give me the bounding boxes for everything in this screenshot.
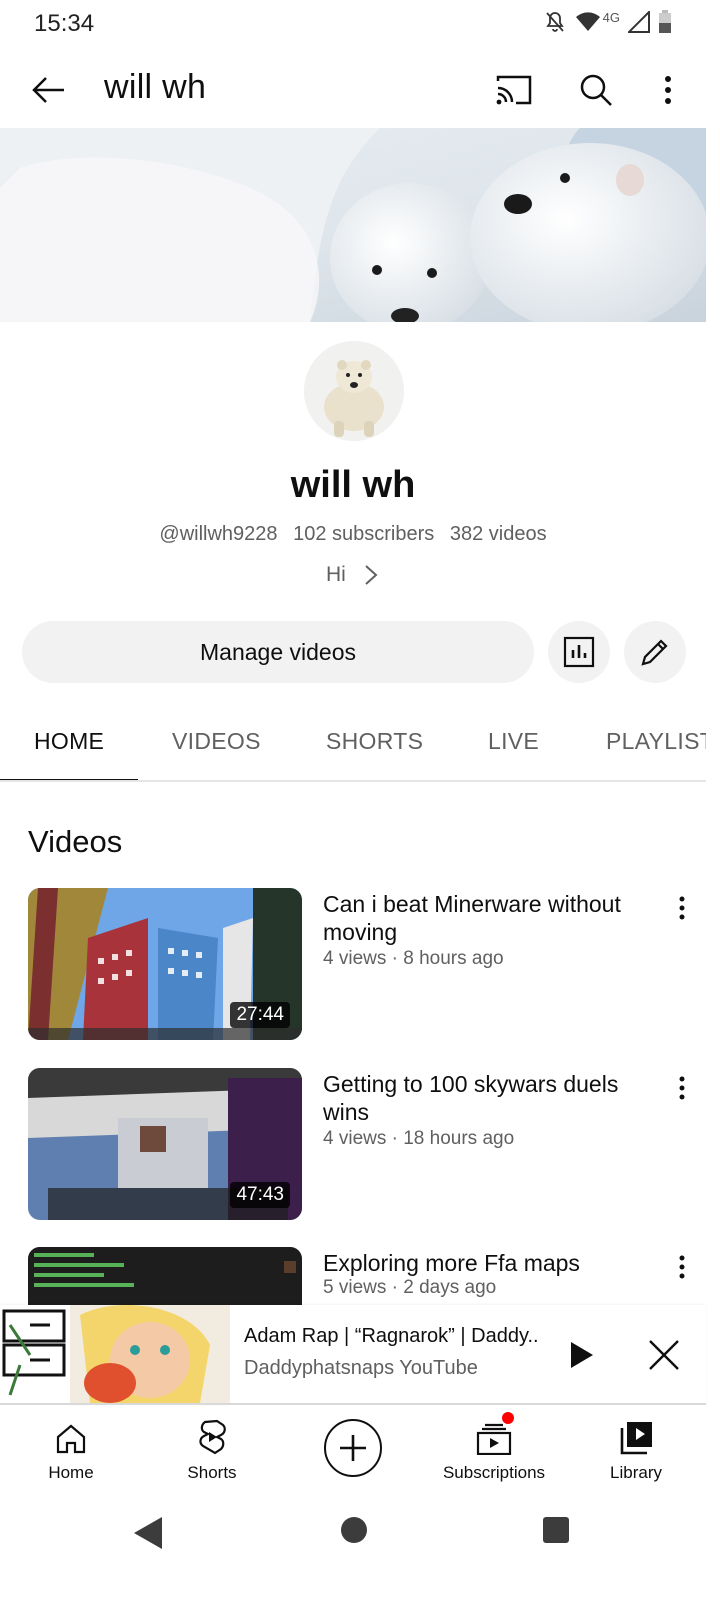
more-options-button[interactable]: [648, 66, 688, 114]
video-item[interactable]: 27:44 Can i beat Minerware without movin…: [28, 888, 708, 1040]
system-back-icon[interactable]: [132, 1515, 166, 1551]
nav-shorts-label: Shorts: [187, 1463, 237, 1482]
search-icon: [580, 74, 612, 106]
analytics-icon: [563, 636, 595, 668]
channel-meta: @willwh9228 102 subscribers 382 videos: [0, 523, 706, 546]
subscriber-count: 102 subscribers: [293, 523, 435, 545]
channel-banner: [0, 128, 706, 322]
channel-tabs: HOME VIDEOS SHORTS LIVE PLAYLIST: [0, 706, 706, 782]
nav-subscriptions[interactable]: Subscriptions: [434, 1415, 554, 1483]
video-duration: 27:44: [230, 1002, 290, 1028]
channel-description-text: Hi: [326, 563, 346, 586]
search-button[interactable]: [572, 66, 620, 114]
notification-dot: [502, 1412, 514, 1424]
tab-home[interactable]: HOME: [34, 728, 104, 755]
tab-live[interactable]: LIVE: [488, 728, 539, 755]
cast-icon: [496, 75, 532, 105]
system-home-icon[interactable]: [341, 1517, 367, 1543]
edit-pencil-icon: [641, 639, 668, 666]
video-meta: 4 views · 8 hours ago: [323, 948, 504, 969]
mini-player-title[interactable]: Adam Rap | “Ragnarok” | Daddy..: [244, 1325, 544, 1348]
cast-button[interactable]: [490, 66, 538, 114]
nav-subscriptions-label: Subscriptions: [442, 1463, 546, 1482]
home-icon: [56, 1424, 86, 1454]
video-meta: 5 views · 2 days ago: [323, 1277, 497, 1298]
page-title: will wh: [104, 68, 207, 106]
nav-create-button[interactable]: [324, 1419, 382, 1477]
back-arrow-icon: [32, 77, 64, 103]
nav-home[interactable]: Home: [11, 1415, 131, 1483]
video-title[interactable]: Can i beat Minerware without moving: [323, 890, 663, 946]
system-recents-icon[interactable]: [543, 1517, 569, 1543]
channel-avatar[interactable]: [304, 341, 404, 441]
video-thumbnail[interactable]: 47:43: [28, 1068, 302, 1220]
analytics-button[interactable]: [548, 621, 610, 683]
more-vert-icon: [665, 76, 671, 104]
video-duration: 47:43: [230, 1182, 290, 1208]
status-bar: 15:34 4G: [0, 0, 720, 48]
back-button[interactable]: [26, 68, 70, 112]
more-vert-icon: [679, 1255, 685, 1279]
video-item[interactable]: 47:43 Getting to 100 skywars duels wins …: [28, 1068, 708, 1220]
mini-player-thumbnail[interactable]: [0, 1305, 230, 1403]
video-meta: 4 views · 18 hours ago: [323, 1128, 515, 1149]
app-bar: will wh: [0, 48, 720, 128]
network-label: 4G: [602, 9, 620, 25]
chevron-right-icon: [365, 565, 378, 585]
nav-shorts[interactable]: Shorts: [152, 1415, 272, 1483]
active-tab-indicator: [0, 779, 138, 780]
nav-library-label: Library: [610, 1463, 662, 1482]
mini-player-play-button[interactable]: [560, 1333, 604, 1377]
library-icon: [620, 1422, 652, 1455]
subscriptions-icon: [476, 1423, 512, 1455]
tab-playlists[interactable]: PLAYLIST: [606, 728, 706, 755]
nav-library[interactable]: Library: [576, 1415, 696, 1483]
edit-channel-button[interactable]: [624, 621, 686, 683]
play-icon: [571, 1342, 593, 1368]
more-vert-icon: [679, 1076, 685, 1100]
video-more-button[interactable]: [668, 1249, 696, 1285]
mini-player[interactable]: Adam Rap | “Ragnarok” | Daddy.. Daddypha…: [0, 1305, 706, 1405]
signal-icon: [628, 11, 650, 33]
status-time: 15:34: [34, 10, 95, 37]
status-icons: 4G: [543, 10, 672, 34]
tab-videos[interactable]: VIDEOS: [172, 728, 261, 755]
more-vert-icon: [679, 896, 685, 920]
video-more-button[interactable]: [668, 1070, 696, 1106]
channel-handle: @willwh9228: [159, 523, 278, 545]
bottom-navigation: Home Shorts Subscriptions Library: [0, 1407, 706, 1503]
anime-character-thumbnail: [0, 1305, 230, 1403]
channel-name: will wh: [290, 464, 416, 506]
video-count: 382 videos: [449, 523, 547, 545]
mini-player-channel: Daddyphatsnaps YouTube: [244, 1357, 478, 1379]
create-plus-icon: [340, 1435, 366, 1461]
wifi-icon: [575, 12, 600, 31]
video-title[interactable]: Getting to 100 skywars duels wins: [323, 1070, 663, 1126]
video-more-button[interactable]: [668, 890, 696, 926]
polar-bears-banner-image: [0, 128, 706, 322]
section-title: Videos: [28, 824, 123, 859]
tab-shorts[interactable]: SHORTS: [326, 728, 423, 755]
battery-icon: [659, 10, 671, 33]
video-title[interactable]: Exploring more Ffa maps: [323, 1249, 663, 1277]
manage-videos-button[interactable]: Manage videos: [22, 621, 534, 683]
channel-description[interactable]: Hi: [326, 563, 378, 587]
shorts-icon: [199, 1419, 226, 1455]
system-navigation-bar: [0, 1503, 720, 1600]
nav-home-label: Home: [48, 1463, 94, 1482]
mini-player-close-button[interactable]: [642, 1333, 686, 1377]
polar-bear-avatar-image: [304, 341, 404, 441]
bell-off-icon: [545, 12, 564, 32]
close-icon: [649, 1340, 679, 1370]
video-thumbnail[interactable]: 27:44: [28, 888, 302, 1040]
